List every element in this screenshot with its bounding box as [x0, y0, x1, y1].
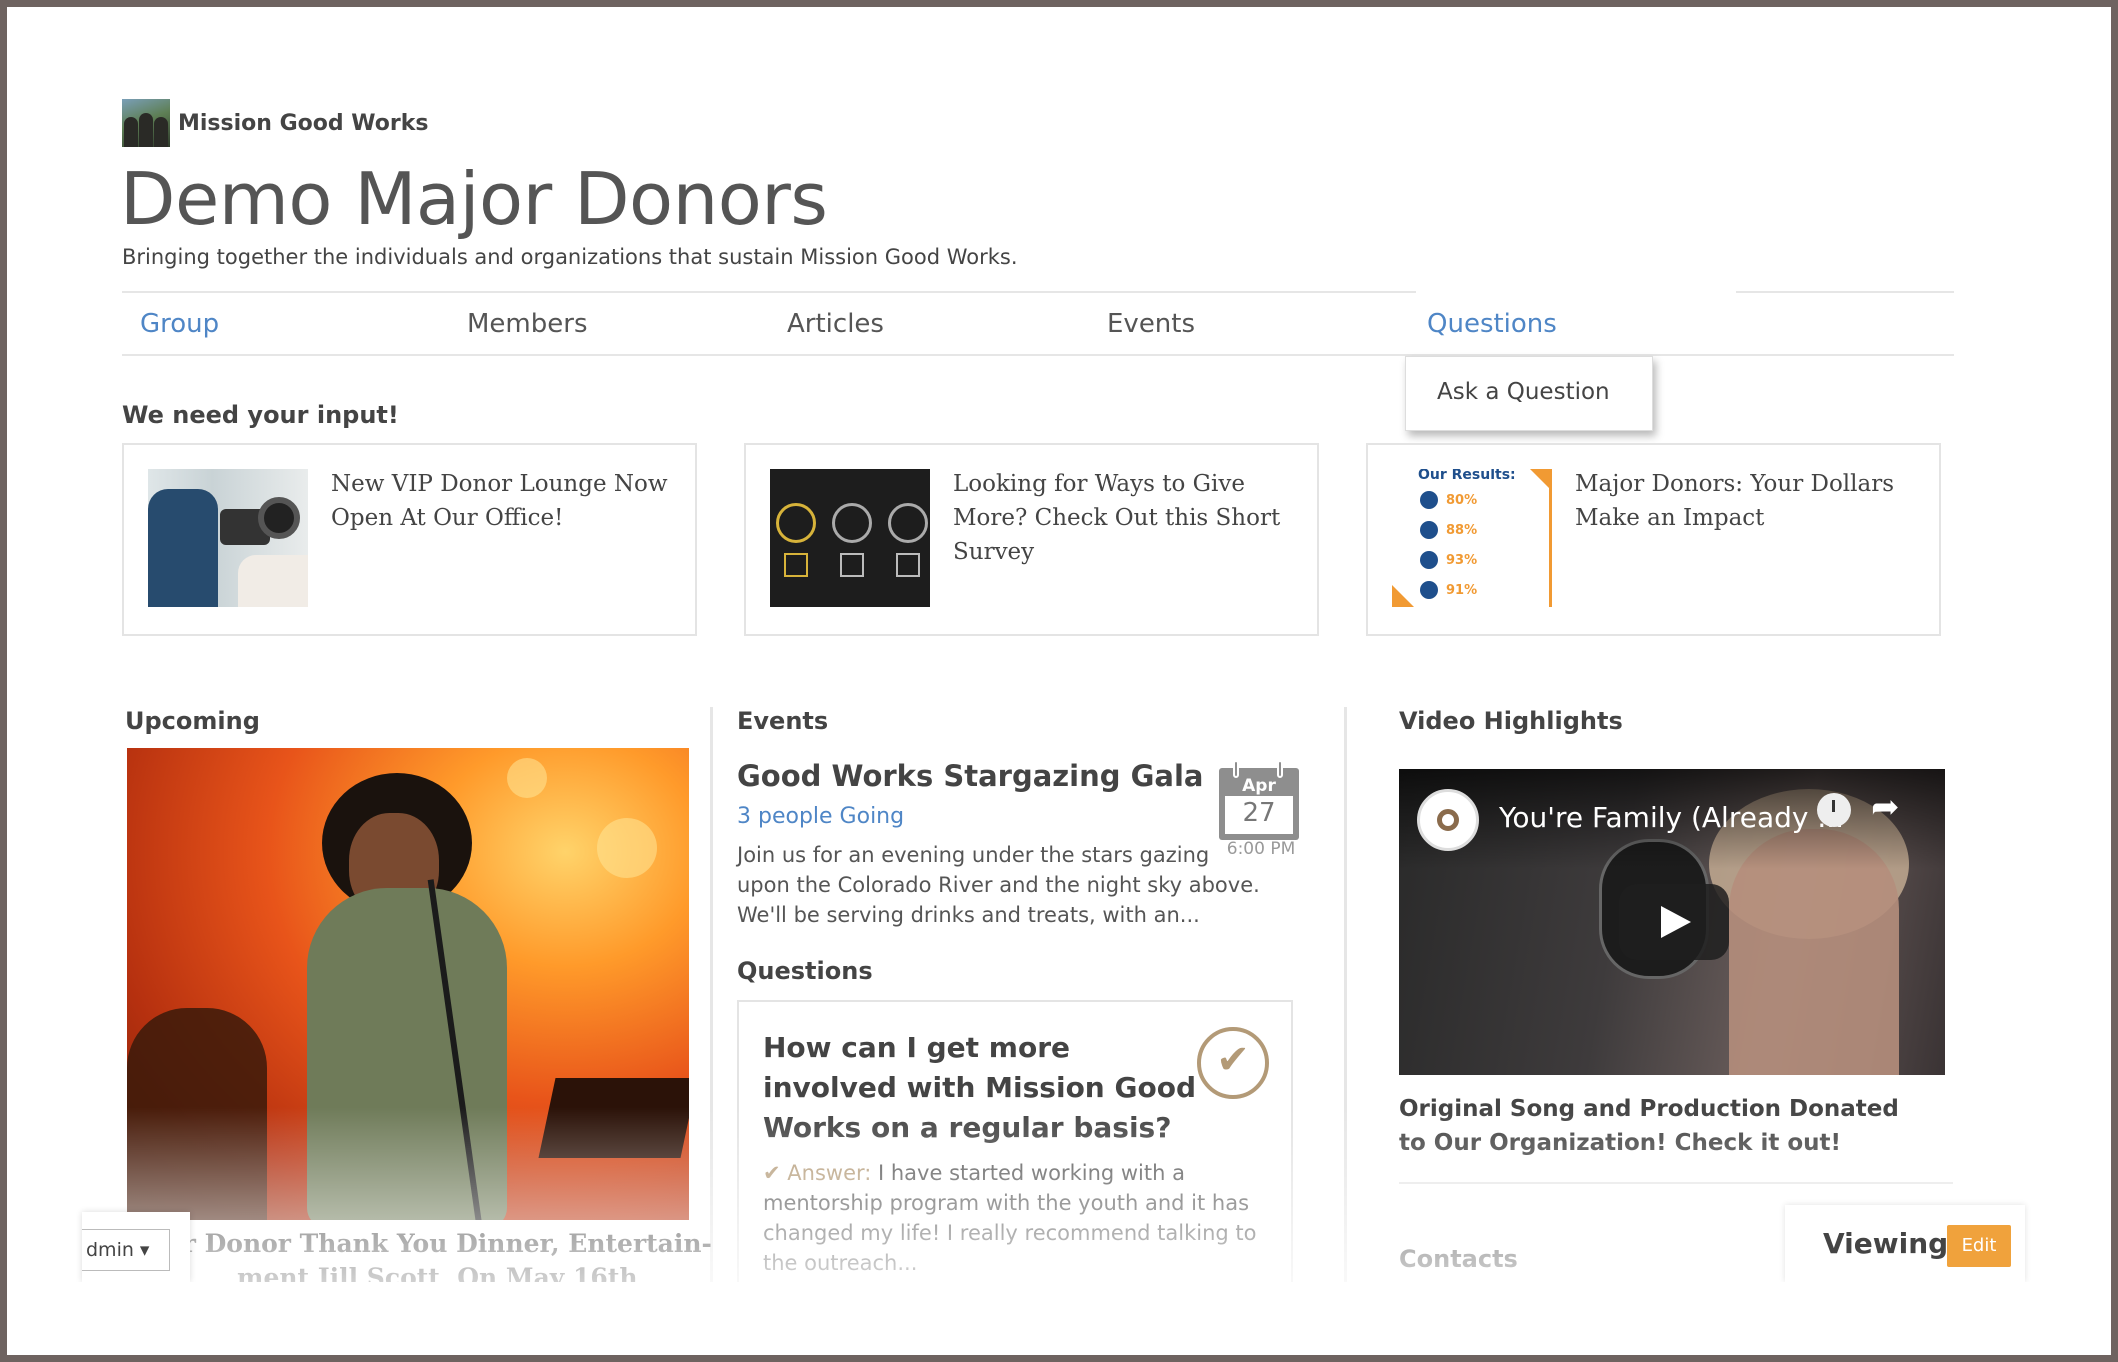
org-header[interactable]: Mission Good Works	[122, 99, 428, 147]
admin-dropdown-button[interactable]: dmin ▾	[82, 1229, 170, 1271]
viewing-toolbar: Viewing Edit	[1785, 1205, 2025, 1282]
event-month: Apr	[1242, 776, 1276, 796]
checkmark-circle-icon: ✔	[1197, 1027, 1269, 1099]
video-player[interactable]: You're Family (Already ... ➦	[1399, 769, 1945, 1075]
input-heading: We need your input!	[122, 401, 399, 429]
play-icon[interactable]	[1619, 884, 1729, 960]
article-card[interactable]: Our Results: 80% 88% 93% 91% Major Donor…	[1366, 443, 1941, 636]
video-heading: Video Highlights	[1399, 707, 1623, 735]
questions-dropdown: Ask a Question	[1405, 356, 1653, 431]
question-card[interactable]: How can I get more involved with Mission…	[737, 1000, 1293, 1282]
question-answer: ✔ Answer: I have started working with a …	[763, 1158, 1263, 1278]
tab-group[interactable]: Group	[140, 293, 219, 356]
event-attendance-link[interactable]: 3 people Going	[737, 804, 904, 829]
events-heading: Events	[737, 707, 829, 735]
clock-icon[interactable]	[1817, 793, 1851, 827]
ask-question-menu-item[interactable]: Ask a Question	[1437, 379, 1610, 405]
question-title[interactable]: How can I get more involved with Mission…	[763, 1028, 1203, 1148]
upcoming-title[interactable]: jor Donor Thank You Dinner, Entertain-	[157, 1229, 712, 1258]
answer-label: ✔ Answer:	[763, 1161, 872, 1185]
article-card[interactable]: Looking for Ways to Give More? Check Out…	[744, 443, 1319, 636]
event-title[interactable]: Good Works Stargazing Gala	[737, 759, 1203, 793]
card-image	[770, 469, 930, 607]
upcoming-heading: Upcoming	[125, 707, 260, 735]
group-page: Mission Good Works Demo Major Donors Bri…	[7, 7, 2111, 1282]
page-tagline: Bringing together the individuals and or…	[122, 245, 1018, 269]
card-title[interactable]: New VIP Donor Lounge Now Open At Our Off…	[331, 467, 671, 535]
card-image	[148, 469, 308, 607]
event-day: 27	[1242, 798, 1276, 828]
admin-toolbar: dmin ▾	[82, 1212, 190, 1282]
event-description: Join us for an evening under the stars g…	[737, 843, 1260, 927]
card-title[interactable]: Looking for Ways to Give More? Check Out…	[953, 467, 1293, 569]
calendar-icon: Apr 27	[1219, 760, 1299, 840]
upcoming-title-line2[interactable]: ment Jill Scott, On May 16th	[237, 1263, 638, 1282]
card-image: Our Results: 80% 88% 93% 91%	[1392, 469, 1552, 607]
group-nav: Group Members Articles Events Questions	[122, 291, 1954, 356]
tab-members[interactable]: Members	[467, 293, 588, 356]
infographic-heading: Our Results:	[1418, 469, 1516, 483]
event-time: 6:00 PM	[1226, 839, 1296, 859]
channel-avatar[interactable]	[1417, 789, 1479, 851]
browser-frame: Mission Good Works Demo Major Donors Bri…	[7, 7, 2111, 1355]
tab-articles[interactable]: Articles	[787, 293, 884, 356]
video-title[interactable]: You're Family (Already ...	[1499, 801, 1844, 834]
org-logo	[122, 99, 170, 147]
share-icon[interactable]: ➦	[1871, 787, 1900, 827]
org-name[interactable]: Mission Good Works	[178, 111, 428, 136]
page-title: Demo Major Donors	[120, 157, 828, 241]
edit-button[interactable]: Edit	[1947, 1225, 2011, 1267]
article-card[interactable]: New VIP Donor Lounge Now Open At Our Off…	[122, 443, 697, 636]
questions-heading: Questions	[737, 957, 873, 985]
upcoming-image[interactable]	[127, 748, 689, 1220]
tab-events[interactable]: Events	[1107, 293, 1195, 356]
card-title[interactable]: Major Donors: Your Dollars Make an Impac…	[1575, 467, 1915, 535]
tab-questions[interactable]: Questions	[1427, 293, 1557, 356]
contacts-heading: Contacts	[1399, 1245, 1518, 1273]
video-caption: Original Song and Production Donated to …	[1399, 1096, 1899, 1156]
viewing-label: Viewing	[1823, 1227, 1949, 1260]
